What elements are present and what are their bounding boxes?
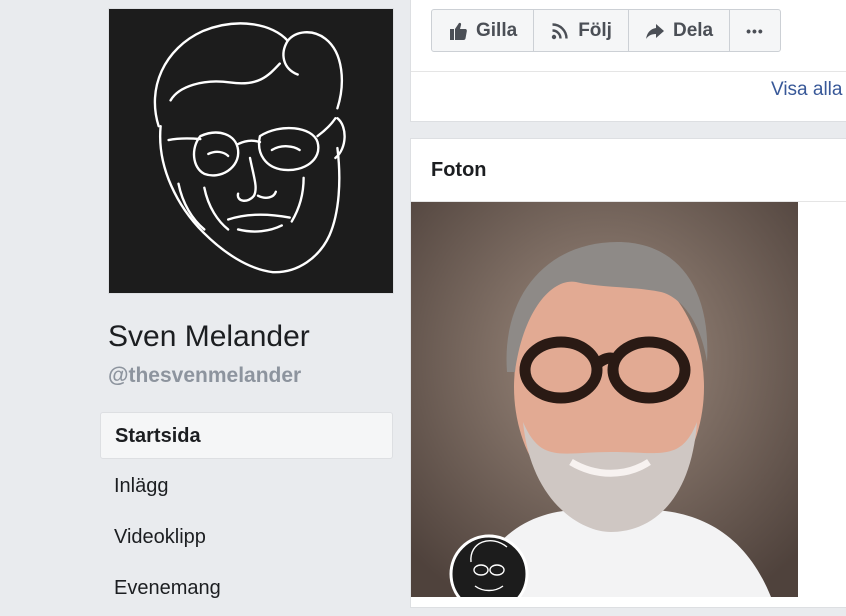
page-username[interactable]: @thesvenmelander <box>108 364 301 388</box>
photos-heading[interactable]: Foton <box>431 159 487 182</box>
follow-button[interactable]: Följ <box>534 10 629 51</box>
photos-card: Foton <box>410 138 846 608</box>
left-sidebar: Sven Melander @thesvenmelander Startsida… <box>0 0 410 599</box>
nav-item-startsida[interactable]: Startsida <box>100 412 393 459</box>
more-dots-icon: ••• <box>746 22 764 39</box>
nav-item-inlagg[interactable]: Inlägg <box>100 463 393 510</box>
actions-card: Gilla Följ Dela ••• Visa alla <box>410 0 846 122</box>
rss-icon <box>551 22 568 39</box>
page-nav: Startsida Inlägg Videoklipp Evenemang <box>100 412 393 616</box>
share-label: Dela <box>672 19 714 41</box>
action-bar: Gilla Följ Dela ••• <box>431 9 781 52</box>
card-divider <box>411 71 846 72</box>
profile-picture[interactable] <box>108 8 394 294</box>
like-button[interactable]: Gilla <box>432 10 535 51</box>
line-art-face-icon <box>153 22 346 274</box>
see-all-link[interactable]: Visa alla <box>771 79 842 101</box>
nav-item-evenemang[interactable]: Evenemang <box>100 565 393 612</box>
follow-label: Följ <box>578 19 612 41</box>
share-arrow-icon <box>645 23 664 39</box>
portrait-photo[interactable] <box>411 202 798 597</box>
main-column: Gilla Följ Dela ••• Visa alla Foton <box>410 0 846 608</box>
more-button[interactable]: ••• <box>730 10 780 51</box>
thumbs-up-icon <box>450 22 467 40</box>
share-button[interactable]: Dela <box>629 10 731 51</box>
like-label: Gilla <box>476 19 518 41</box>
page-title: Sven Melander <box>108 320 310 353</box>
nav-item-videoklipp[interactable]: Videoklipp <box>100 514 393 561</box>
